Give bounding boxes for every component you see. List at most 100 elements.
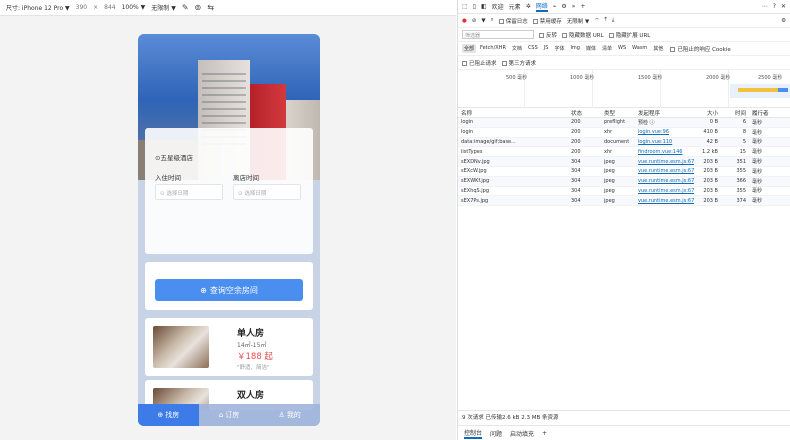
col-status[interactable]: 状态 — [571, 109, 604, 117]
devtools-tabbar: ⬚ ▯ ◧ 欢迎 元素 ✲ 网络 ⌁ ⚙ » + ⋯ ? ✕ — [458, 0, 790, 14]
room-price: ￥188 起 — [237, 352, 273, 362]
help-icon[interactable]: ? — [773, 3, 776, 10]
request-size: 203 B — [703, 187, 718, 194]
col-time[interactable]: 时间 — [720, 109, 748, 117]
request-row[interactable]: sEX7Ps.jpg 304 jpeg vue.runtime.esm.js:67 20… — [458, 196, 790, 207]
request-time: 8 — [742, 129, 746, 136]
col-fulfilled-by[interactable]: 履行者 — [748, 109, 776, 117]
throttle-select[interactable]: 无限制 ▼ — [567, 17, 589, 25]
settings-icon[interactable]: ⚙ — [561, 3, 566, 10]
network-timeline-overview[interactable]: 500 毫秒 1000 毫秒 1500 毫秒 2000 毫秒 2500 毫秒 — [458, 70, 790, 108]
hide-data-urls-checkbox[interactable]: 隐藏数据 URL — [562, 31, 604, 39]
add-tab-icon[interactable]: + — [580, 3, 585, 10]
preserve-log-checkbox[interactable]: 保留日志 — [498, 17, 528, 25]
tab-autofill[interactable]: 启动填充 — [510, 429, 534, 438]
disable-cache-checkbox[interactable]: 禁用缓存 — [532, 17, 562, 25]
type-filter[interactable]: Img — [568, 44, 582, 53]
request-initiator[interactable]: vue.runtime.esm.js:67 — [638, 198, 694, 204]
search-icon[interactable]: ⌕ — [491, 17, 494, 24]
third-party-checkbox[interactable]: 第三方请求 — [501, 59, 536, 67]
device-toggle-icon[interactable]: ▯ — [473, 3, 476, 10]
tab-issues[interactable]: 问题 — [490, 429, 502, 438]
type-filter[interactable]: Wasm — [630, 44, 649, 53]
request-initiator[interactable]: vue.runtime.esm.js:67 — [638, 159, 694, 165]
type-filter[interactable]: 媒体 — [584, 44, 598, 53]
tab-book-room[interactable]: ⌂ 订房 — [199, 404, 260, 426]
search-rooms-label: 查询空余房间 — [209, 285, 258, 295]
tab-mine[interactable]: ♙ 我的 — [259, 404, 320, 426]
request-name: login — [461, 119, 474, 126]
request-row[interactable]: sEXhqS.jpg 304 jpeg vue.runtime.esm.js:67 20… — [458, 187, 790, 197]
request-row[interactable]: login 200 xhr login.vue:96 410 B 8 毫秒 — [458, 128, 790, 138]
type-filter[interactable]: 全部 — [462, 44, 477, 53]
request-row[interactable]: sEXcW.jpg 304 jpeg vue.runtime.esm.js:67 203… — [458, 167, 790, 177]
tab-network[interactable]: 网络 — [535, 1, 548, 12]
type-filter[interactable]: WS — [616, 44, 628, 53]
request-row[interactable]: sEXDNv.jpg 304 jpeg vue.runtime.esm.js:67 20… — [458, 157, 790, 167]
request-initiator[interactable]: vue.runtime.esm.js:67 — [638, 188, 694, 194]
wifi-icon[interactable]: ⌔ — [594, 17, 599, 24]
col-type[interactable]: 类型 — [604, 109, 638, 117]
blocked-cookies-checkbox[interactable]: 已阻止的响应 Cookie — [670, 45, 731, 53]
rotate-icon[interactable]: ⇆ — [207, 3, 214, 12]
filter-input[interactable]: 筛选器 — [462, 30, 534, 39]
request-row[interactable]: sEXWKf.jpg 304 jpeg vue.runtime.esm.js:67 20… — [458, 176, 790, 187]
dock-icon[interactable]: ◧ — [481, 3, 487, 10]
request-size: 203 B — [703, 168, 718, 175]
sensor-icon[interactable]: ⊚ — [195, 3, 202, 12]
record-icon[interactable]: ● — [462, 18, 467, 24]
performance-icon[interactable]: ⌁ — [553, 3, 557, 10]
request-time-unit: 毫秒 — [752, 149, 763, 156]
col-initiator[interactable]: 发起程序 — [638, 109, 694, 117]
request-initiator[interactable]: vue.runtime.esm.js:67 — [638, 168, 694, 174]
zoom-select[interactable]: 100% ▼ — [122, 4, 146, 11]
col-size[interactable]: 大小 — [694, 109, 720, 117]
checkout-date-input[interactable]: ⊙ 选择日期 — [233, 184, 301, 200]
inspect-icon[interactable]: ⬚ — [462, 3, 468, 10]
throttle-select[interactable]: 无限制 ▼ — [151, 3, 176, 12]
checkin-date-input[interactable]: ⊙ 选择日期 — [155, 184, 223, 200]
request-row[interactable]: data:image/gif;base... 200 document login.v… — [458, 137, 790, 148]
download-icon[interactable]: ⤓ — [612, 17, 614, 24]
tab-label: 订房 — [225, 411, 240, 419]
room-card[interactable]: 单人房 14㎡-15㎡ ￥188 起 "舒适、简洁" — [145, 318, 313, 376]
type-filter[interactable]: 清单 — [600, 44, 614, 53]
type-filter[interactable]: JS — [542, 44, 551, 53]
tab-welcome[interactable]: 欢迎 — [492, 2, 504, 11]
type-filter[interactable]: Fetch/XHR — [478, 44, 508, 53]
request-initiator[interactable]: vue.runtime.esm.js:67 — [638, 178, 694, 184]
pen-icon[interactable]: ✎ — [182, 3, 189, 12]
request-initiator[interactable]: login.vue:110 — [638, 139, 694, 145]
add-drawer-tab-icon[interactable]: + — [542, 430, 547, 437]
type-filter[interactable]: CSS — [526, 44, 540, 53]
device-width[interactable]: 390 — [76, 4, 87, 11]
bug-icon[interactable]: ✲ — [526, 3, 531, 10]
room-name: 单人房 — [237, 329, 265, 339]
more-options-icon[interactable]: ⋯ — [762, 3, 768, 10]
hide-extension-urls-checkbox[interactable]: 隐藏扩展 URL — [608, 31, 650, 39]
request-status: 200 — [571, 119, 581, 126]
upload-icon[interactable]: ⤒ — [604, 17, 606, 24]
col-name[interactable]: 名称 — [461, 109, 571, 117]
invert-checkbox[interactable]: 反转 — [539, 31, 557, 39]
drawer-tabs: 控制台 问题 启动填充 + — [458, 425, 790, 440]
request-initiator[interactable]: findroom.vue:146 — [638, 149, 694, 155]
blocked-requests-checkbox[interactable]: 已阻止请求 — [462, 59, 497, 67]
search-rooms-button[interactable]: ⊕ 查询空余房间 — [155, 279, 303, 301]
tab-elements[interactable]: 元素 — [509, 2, 521, 11]
clear-icon[interactable]: ⊘ — [472, 18, 477, 24]
tab-console[interactable]: 控制台 — [464, 428, 483, 439]
settings-icon[interactable]: ⚙ — [781, 18, 786, 24]
type-filter[interactable]: 字体 — [552, 44, 566, 53]
device-height[interactable]: 844 — [104, 4, 115, 11]
device-select[interactable]: 尺寸: iPhone 12 Pro ▼ — [6, 3, 70, 12]
tab-find-room[interactable]: ⊕ 找房 — [138, 404, 199, 426]
more-tabs-icon[interactable]: » — [572, 3, 576, 10]
request-row[interactable]: listTypes 200 xhr findroom.vue:146 1.2 kB 15 毫… — [458, 147, 790, 158]
filter-icon[interactable]: ▼ — [481, 18, 485, 24]
type-filter[interactable]: 文档 — [510, 44, 524, 53]
request-initiator[interactable]: login.vue:96 — [638, 129, 694, 135]
request-row[interactable]: login 200 preflight 预检 ⓘ 0 B 6 毫秒 — [458, 118, 790, 128]
type-filter[interactable]: 其他 — [651, 44, 665, 53]
close-icon[interactable]: ✕ — [781, 3, 786, 10]
